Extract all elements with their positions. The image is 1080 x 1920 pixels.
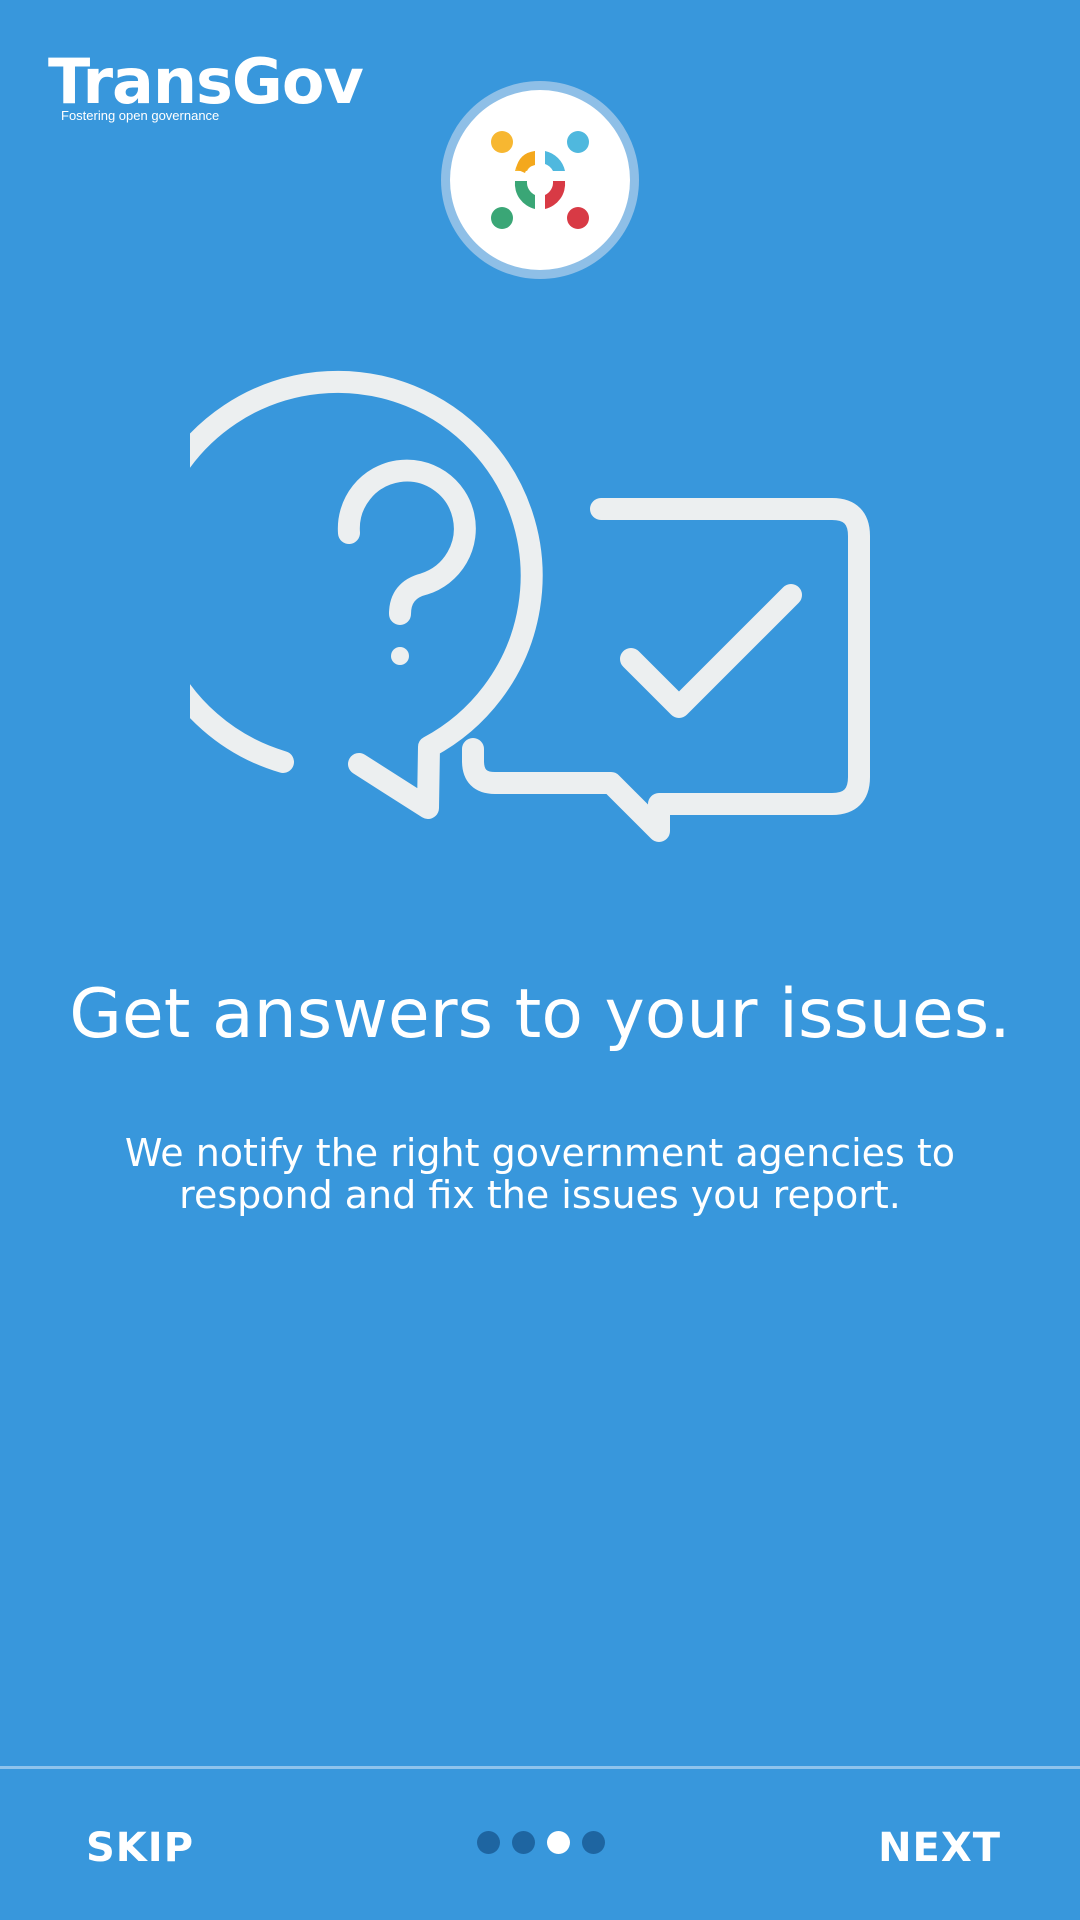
page-dot-2[interactable]	[512, 1831, 535, 1854]
skip-button[interactable]: SKIP	[86, 1822, 194, 1874]
community-people-icon	[491, 131, 589, 229]
next-button[interactable]: NEXT	[878, 1822, 1001, 1874]
page-indicator	[477, 1831, 607, 1855]
brand-tagline: Fostering open governance	[61, 108, 220, 123]
page-dot-1[interactable]	[477, 1831, 500, 1854]
footer-divider	[0, 1766, 1080, 1769]
onboarding-screen: TransGov Fostering open governance Get a…	[0, 0, 1080, 1920]
page-dot-4[interactable]	[582, 1831, 605, 1854]
onboarding-description: We notify the right government agencies …	[124, 1131, 956, 1217]
brand-logo: TransGov Fostering open governance	[48, 46, 364, 124]
page-dot-3-active[interactable]	[547, 1831, 570, 1854]
onboarding-headline: Get answers to your issues.	[69, 975, 1011, 1054]
question-answer-chat-icon	[190, 370, 870, 842]
community-logo-badge	[450, 90, 630, 270]
